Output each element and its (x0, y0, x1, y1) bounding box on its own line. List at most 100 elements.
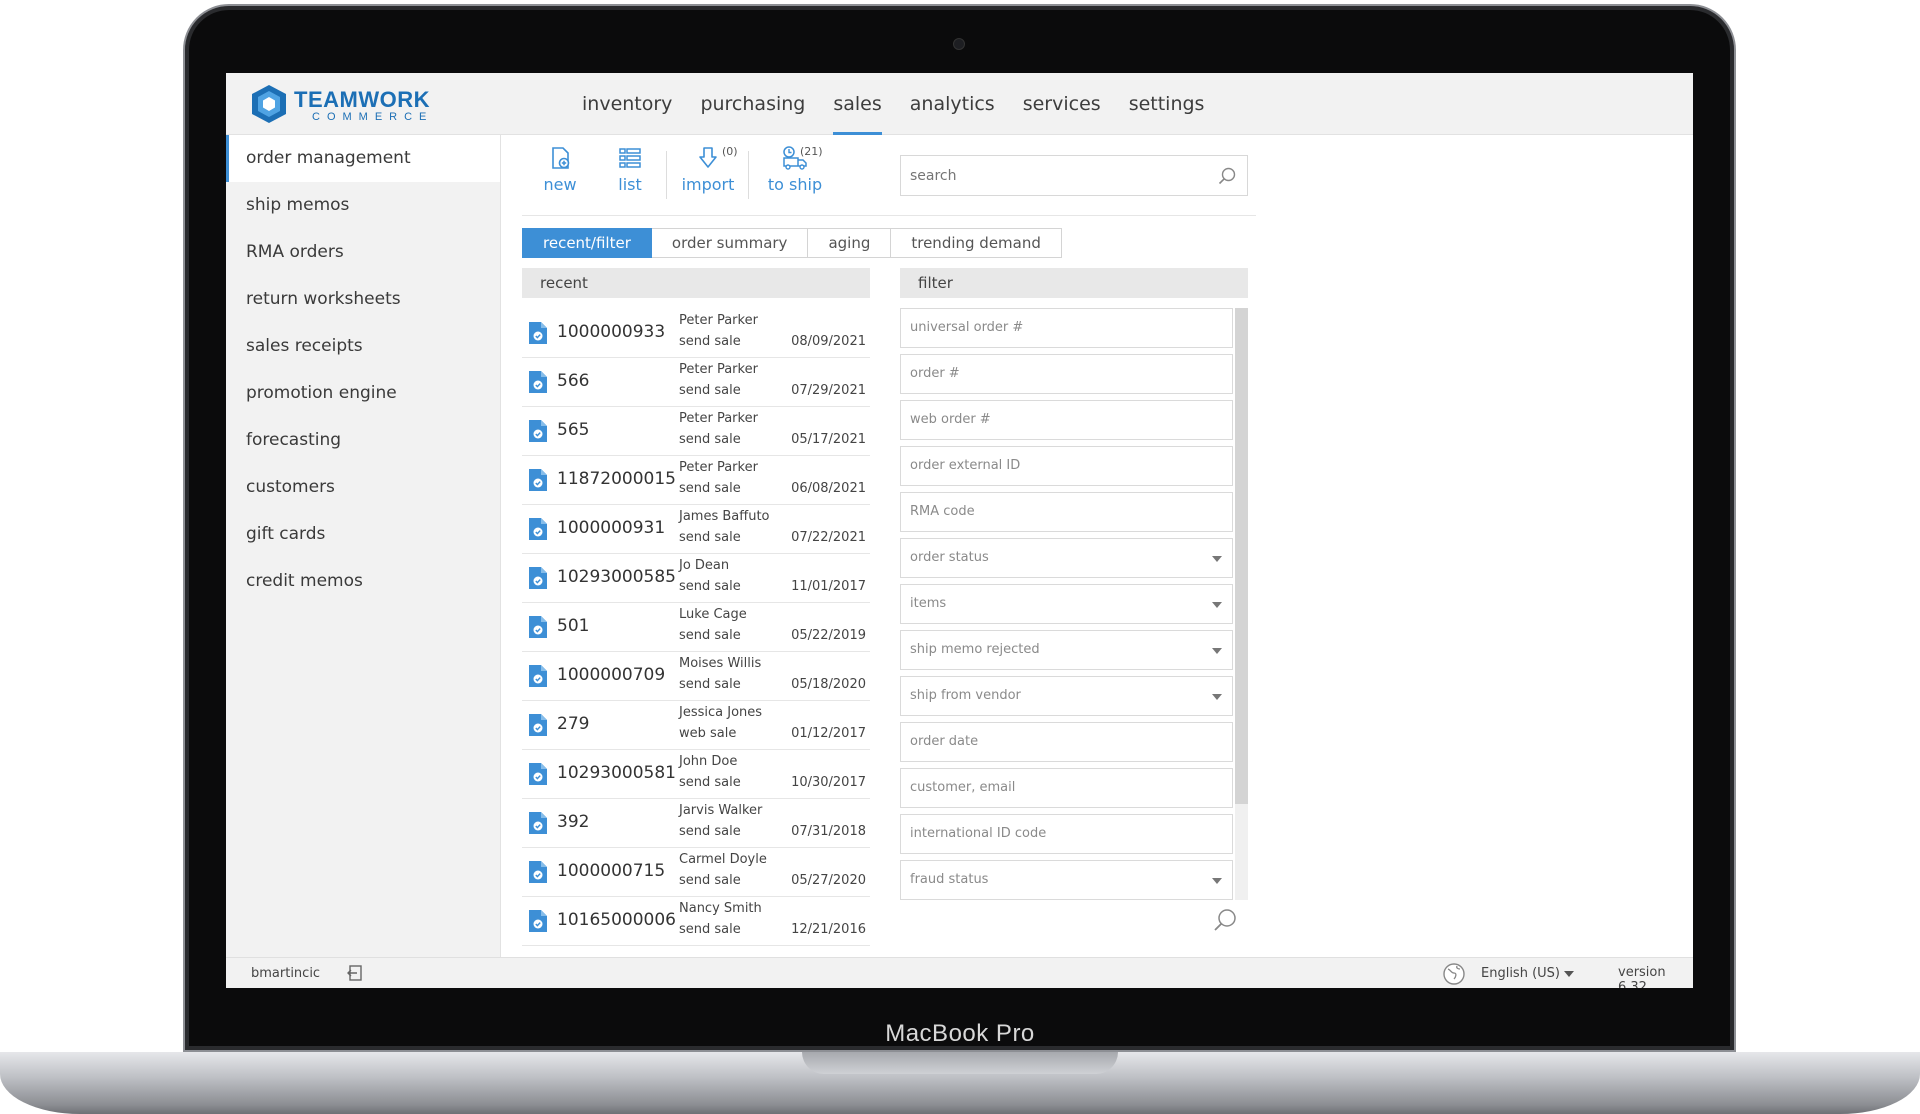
filter-ship-from-vendor-select[interactable]: ship from vendor (900, 676, 1233, 716)
order-date: 07/31/2018 (791, 824, 866, 839)
filter-items-select[interactable]: items (900, 584, 1233, 624)
order-document-icon (529, 420, 547, 442)
table-row[interactable]: 566 Peter Parker send sale 07/29/2021 (522, 358, 870, 407)
order-document-icon (529, 567, 547, 589)
filter-ship-memo-rejected-select[interactable]: ship memo rejected (900, 630, 1233, 670)
chevron-down-icon[interactable] (1212, 556, 1222, 562)
customer-name: Luke Cage (679, 607, 747, 622)
chevron-down-icon[interactable] (1564, 971, 1574, 977)
sidebar-item-customers[interactable]: customers (226, 464, 500, 511)
order-number: 10165000006 (557, 910, 676, 930)
list-icon (619, 148, 641, 168)
customer-name: Peter Parker (679, 411, 758, 426)
nav-settings[interactable]: settings (1115, 73, 1219, 135)
table-row[interactable]: 11872000015 Peter Parker send sale 06/08/20… (522, 456, 870, 505)
sidebar-item-forecasting[interactable]: forecasting (226, 417, 500, 464)
filter-order-date-field[interactable]: order date (900, 722, 1233, 762)
customer-name: Peter Parker (679, 362, 758, 377)
order-date: 05/17/2021 (791, 432, 866, 447)
order-document-icon (529, 518, 547, 540)
nav-services[interactable]: services (1009, 73, 1115, 135)
filter-international-id-code-field[interactable]: international ID code (900, 814, 1233, 854)
filter-header: filter (900, 268, 1248, 298)
brand-logo[interactable]: TEAMWORK COMMERCE (248, 81, 458, 127)
sidebar-item-ship-memos[interactable]: ship memos (226, 182, 500, 229)
order-number: 10293000585 (557, 567, 676, 587)
sidebar-item-credit-memos[interactable]: credit memos (226, 558, 500, 605)
sidebar-item-sales-receipts[interactable]: sales receipts (226, 323, 500, 370)
field-placeholder: customer, email (910, 780, 1016, 795)
sidebar-item-order-management[interactable]: order management (226, 135, 500, 182)
order-date: 12/21/2016 (791, 922, 866, 937)
filter-order-field[interactable]: order # (900, 354, 1233, 394)
order-date: 01/12/2017 (791, 726, 866, 741)
filter-order-status-select[interactable]: order status (900, 538, 1233, 578)
import-count: (0) (722, 145, 738, 158)
nav-purchasing[interactable]: purchasing (686, 73, 819, 135)
order-document-icon (529, 861, 547, 883)
field-placeholder: international ID code (910, 826, 1047, 841)
table-row[interactable]: 10293000581 John Doe send sale 10/30/2017 (522, 750, 870, 799)
tab-recent-filter[interactable]: recent/filter (522, 228, 652, 258)
table-row[interactable]: 10165000006 Nancy Smith send sale 12/21/201… (522, 897, 870, 946)
tab-trending-demand[interactable]: trending demand (891, 228, 1062, 258)
table-row[interactable]: 565 Peter Parker send sale 05/17/2021 (522, 407, 870, 456)
order-number: 566 (557, 371, 590, 391)
filter-customer-email-field[interactable]: customer, email (900, 768, 1233, 808)
username: bmartincic (251, 966, 321, 981)
app-screen: TEAMWORK COMMERCE inventory purchasing s… (226, 73, 1693, 988)
search-icon[interactable] (1217, 166, 1237, 186)
order-document-icon (529, 910, 547, 932)
camera (953, 38, 965, 50)
order-number: 1000000931 (557, 518, 666, 538)
chevron-down-icon[interactable] (1212, 694, 1222, 700)
order-document-icon (529, 469, 547, 491)
table-row[interactable]: 1000000709 Moises Willis send sale 05/18/20… (522, 652, 870, 701)
nav-sales[interactable]: sales (819, 73, 895, 135)
to-ship-label: to ship (767, 175, 823, 194)
filter-universal-order-field[interactable]: universal order # (900, 308, 1233, 348)
table-row[interactable]: 1000000931 James Baffuto send sale 07/22/20… (522, 505, 870, 554)
order-document-icon (529, 616, 547, 638)
import-button[interactable]: import (0) (680, 145, 738, 207)
table-row[interactable]: 279 Jessica Jones web sale 01/12/2017 (522, 701, 870, 750)
scrollbar-thumb[interactable] (1235, 308, 1248, 804)
logout-icon[interactable] (346, 964, 364, 982)
chevron-down-icon[interactable] (1212, 878, 1222, 884)
filter-fraud-status-select[interactable]: fraud status (900, 860, 1233, 900)
table-row[interactable]: 501 Luke Cage send sale 05/22/2019 (522, 603, 870, 652)
sidebar-item-gift-cards[interactable]: gift cards (226, 511, 500, 558)
order-date: 05/18/2020 (791, 677, 866, 692)
customer-name: Carmel Doyle (679, 852, 767, 867)
chevron-down-icon[interactable] (1212, 602, 1222, 608)
order-document-icon (529, 763, 547, 785)
to-ship-button[interactable]: to ship (21) (762, 145, 828, 207)
customer-name: John Doe (679, 754, 738, 769)
tab-aging[interactable]: aging (808, 228, 892, 258)
nav-analytics[interactable]: analytics (896, 73, 1009, 135)
sidebar-item-return-worksheets[interactable]: return worksheets (226, 276, 500, 323)
filter-scrollbar[interactable] (1235, 308, 1248, 900)
filter-order-external-id-field[interactable]: order external ID (900, 446, 1233, 486)
toolbar-divider (666, 151, 667, 199)
tab-order-summary[interactable]: order summary (651, 228, 809, 258)
field-placeholder: RMA code (910, 504, 975, 519)
chevron-down-icon[interactable] (1212, 648, 1222, 654)
new-button[interactable]: new (540, 145, 580, 207)
sale-type: send sale (679, 824, 741, 839)
table-row[interactable]: 10293000585 Jo Dean send sale 11/01/2017 (522, 554, 870, 603)
sale-type: send sale (679, 530, 741, 545)
tab-bar: recent/filter order summary aging trendi… (522, 228, 1062, 258)
filter-rma-code-field[interactable]: RMA code (900, 492, 1233, 532)
language-selector[interactable]: English (US) (1481, 966, 1560, 981)
sidebar-item-rma-orders[interactable]: RMA orders (226, 229, 500, 276)
table-row[interactable]: 1000000933 Peter Parker send sale 08/09/202… (522, 309, 870, 358)
table-row[interactable]: 392 Jarvis Walker send sale 07/31/2018 (522, 799, 870, 848)
sidebar-item-promotion-engine[interactable]: promotion engine (226, 370, 500, 417)
nav-inventory[interactable]: inventory (568, 73, 686, 135)
filter-search-icon[interactable] (1212, 907, 1238, 933)
table-row[interactable]: 1000000715 Carmel Doyle send sale 05/27/202… (522, 848, 870, 897)
list-button[interactable]: list (610, 145, 650, 207)
filter-web-order-field[interactable]: web order # (900, 400, 1233, 440)
search-input[interactable] (901, 156, 1201, 195)
